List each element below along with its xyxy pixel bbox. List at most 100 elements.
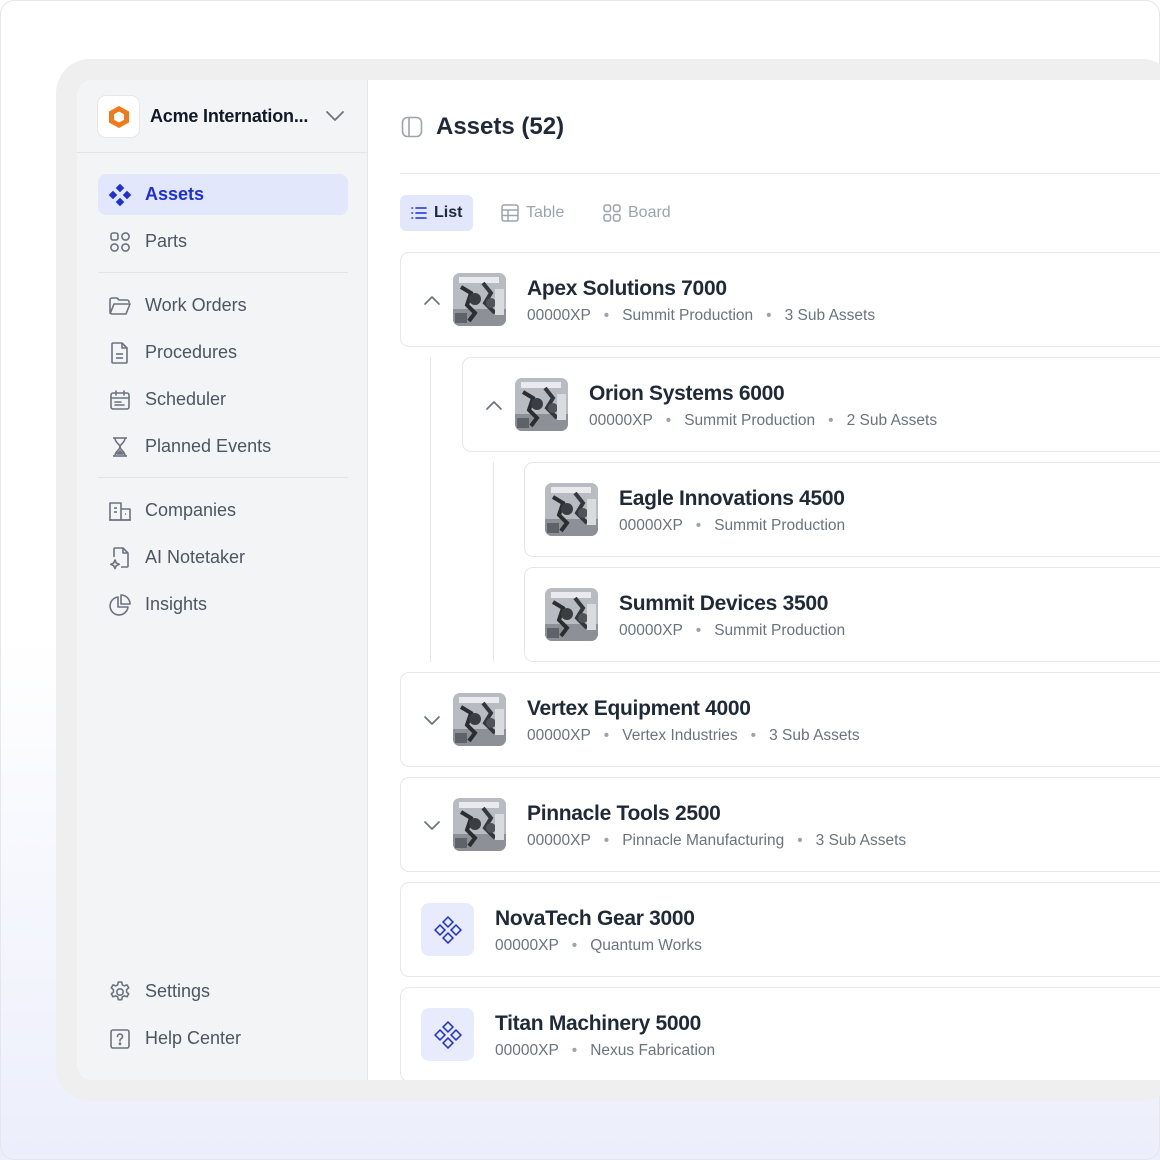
asset-location: Summit Production [714, 622, 846, 639]
asset-photo [545, 588, 598, 641]
asset-name: Apex Solutions 7000 [527, 277, 727, 300]
sidebar-item-companies[interactable]: Companies [98, 490, 348, 531]
asset-meta: 00000XP • Vertex Industries • 3 Sub Asset… [527, 727, 860, 745]
separator-dot: • [603, 832, 610, 849]
sidebar-item-parts[interactable]: Parts [98, 221, 348, 262]
asset-card[interactable]: Eagle Innovations 4500 00000XP • Summit … [524, 462, 1160, 557]
asset-location: Pinnacle Manufacturing [622, 832, 785, 849]
sidebar-toggle-icon[interactable] [401, 116, 423, 138]
asset-location: Vertex Industries [622, 727, 738, 744]
separator-dot: • [571, 937, 578, 954]
asset-code: 00000XP [589, 412, 653, 429]
asset-sub-count: 3 Sub Assets [784, 307, 876, 324]
sidebar-item-settings[interactable]: Settings [98, 971, 348, 1012]
sidebar-item-insights[interactable]: Insights [98, 584, 348, 625]
asset-name: Orion Systems 6000 [589, 382, 785, 405]
tab-table[interactable]: Table [490, 195, 575, 231]
sidebar-item-label: Help Center [145, 1028, 242, 1048]
asset-location: Nexus Fabrication [590, 1042, 716, 1059]
asset-code: 00000XP [527, 727, 591, 744]
asset-photo [453, 273, 506, 326]
asset-photo [453, 693, 506, 746]
sidebar-item-ai-notetaker[interactable]: AI Notetaker [98, 537, 348, 578]
sidebar-item-label: Scheduler [145, 389, 227, 409]
chevron-down-icon[interactable] [423, 818, 441, 832]
main-content: Assets (52) List Table Board Apex Soluti… [368, 80, 1160, 1080]
asset-card[interactable]: Vertex Equipment 4000 00000XP • Vertex I… [400, 672, 1160, 767]
asset-meta: 00000XP • Quantum Works [495, 937, 702, 955]
asset-code: 00000XP [527, 832, 591, 849]
org-name: Acme Internation... [150, 106, 309, 126]
asset-code: 00000XP [619, 622, 683, 639]
asset-card[interactable]: Orion Systems 6000 00000XP • Summit Prod… [462, 357, 1160, 452]
sidebar-item-label: Work Orders [145, 295, 247, 315]
separator-dot: • [797, 832, 803, 849]
gear-icon [108, 980, 132, 1004]
sidebar-item-label: Settings [145, 981, 211, 1001]
sidebar-item-help-center[interactable]: Help Center [98, 1018, 348, 1059]
sidebar-item-label: Companies [145, 500, 237, 520]
asset-card[interactable]: Titan Machinery 5000 00000XP • Nexus Fab… [400, 987, 1160, 1080]
tab-list[interactable]: List [400, 195, 474, 231]
calendar-icon [108, 388, 132, 412]
sidebar-item-assets[interactable]: Assets [98, 174, 348, 215]
separator-dot: • [695, 517, 702, 534]
chevron-up-icon[interactable] [485, 398, 503, 412]
parts-icon [108, 230, 132, 254]
asset-meta: 00000XP • Pinnacle Manufacturing • 3 Sub … [527, 832, 906, 850]
asset-location: Summit Production [622, 307, 754, 324]
pie-chart-icon [108, 593, 132, 617]
tab-board[interactable]: Board [592, 195, 682, 231]
ai-notetaker-icon [108, 546, 132, 570]
page-title: Assets (52) [436, 113, 565, 140]
sidebar-item-label: Parts [145, 231, 188, 251]
divider [98, 477, 348, 478]
divider [98, 272, 348, 273]
asset-name: Eagle Innovations 4500 [619, 487, 845, 510]
asset-card[interactable]: NovaTech Gear 3000 00000XP • Quantum Wor… [400, 882, 1160, 977]
asset-photo [453, 798, 506, 851]
tab-label: Table [526, 204, 565, 221]
sidebar-item-label: Procedures [145, 342, 238, 362]
asset-name: Summit Devices 3500 [619, 592, 829, 615]
asset-sub-count: 3 Sub Assets [769, 727, 860, 744]
asset-code: 00000XP [495, 937, 559, 954]
asset-sub-count: 2 Sub Assets [846, 412, 938, 429]
asset-placeholder-icon [421, 903, 474, 956]
sidebar-item-procedures[interactable]: Procedures [98, 332, 348, 373]
separator-dot: • [828, 412, 834, 429]
asset-meta: 00000XP • Nexus Fabrication [495, 1042, 715, 1060]
asset-sub-count: 3 Sub Assets [815, 832, 907, 849]
sidebar-item-scheduler[interactable]: Scheduler [98, 379, 348, 420]
asset-location: Summit Production [714, 517, 846, 534]
chevron-down-icon[interactable] [325, 110, 345, 122]
asset-card[interactable]: Apex Solutions 7000 00000XP • Summit Pro… [400, 252, 1160, 347]
asset-photo [515, 378, 568, 431]
assets-icon [108, 183, 132, 207]
board-icon [603, 204, 621, 222]
org-switcher[interactable]: Acme Internation... [77, 80, 368, 153]
tree-line [493, 462, 494, 662]
sidebar-item-planned-events[interactable]: Planned Events [98, 426, 348, 467]
asset-name: Titan Machinery 5000 [495, 1012, 702, 1035]
sidebar-item-work-orders[interactable]: Work Orders [98, 285, 348, 326]
chevron-up-icon[interactable] [423, 293, 441, 307]
tab-label: Board [628, 204, 671, 221]
asset-card[interactable]: Summit Devices 3500 00000XP • Summit Pro… [524, 567, 1160, 662]
sidebar-item-label: Insights [145, 594, 208, 614]
app-window: Acme Internation... Assets Parts Work Or… [77, 80, 1160, 1080]
asset-code: 00000XP [619, 517, 683, 534]
asset-card[interactable]: Pinnacle Tools 2500 00000XP • Pinnacle M… [400, 777, 1160, 872]
asset-name: Pinnacle Tools 2500 [527, 802, 721, 825]
divider [400, 173, 1160, 174]
help-icon [108, 1027, 132, 1051]
separator-dot: • [695, 622, 702, 639]
chevron-down-icon[interactable] [423, 713, 441, 727]
sidebar: Acme Internation... Assets Parts Work Or… [77, 80, 368, 1080]
page-header: Assets (52) [368, 80, 1160, 174]
separator-dot: • [603, 307, 610, 324]
asset-code: 00000XP [495, 1042, 559, 1059]
separator-dot: • [665, 412, 672, 429]
sidebar-item-label: AI Notetaker [145, 547, 246, 567]
table-icon [501, 204, 519, 222]
